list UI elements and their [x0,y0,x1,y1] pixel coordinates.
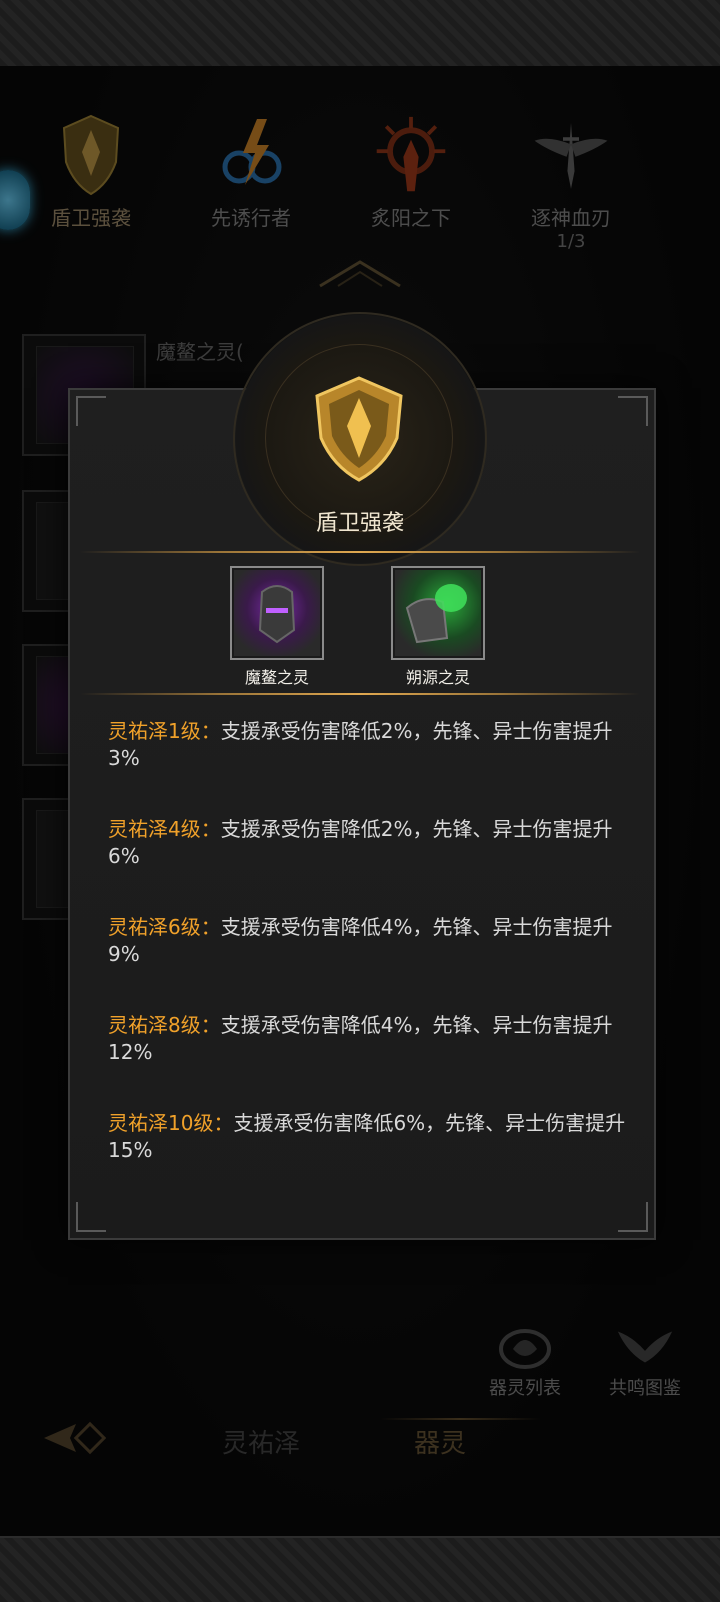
material-slot[interactable]: 魔鳌之灵 [229,566,325,688]
set-effect: 灵祐泽6级：支援承受伤害降低4%，先锋、异士伤害提升9% [108,914,628,968]
top-frame [0,0,720,68]
material-slot[interactable]: 朔源之灵 [390,566,486,688]
materials-divider [80,693,640,695]
material-name: 朔源之灵 [405,668,470,687]
purple-helmet-icon [230,566,324,660]
frame-corner [76,396,106,426]
effect-level: 灵祐泽6级： [108,915,221,939]
set-effects-list: 灵祐泽1级：支援承受伤害降低2%，先锋、异士伤害提升3% 灵祐泽4级：支援承受伤… [108,718,628,1208]
set-effect: 灵祐泽4级：支援承受伤害降低2%，先锋、异士伤害提升6% [108,816,628,870]
effect-level: 灵祐泽4级： [108,817,221,841]
set-effect: 灵祐泽8级：支援承受伤害降低4%，先锋、异士伤害提升12% [108,1012,628,1066]
material-name: 魔鳌之灵 [244,668,309,687]
set-effect: 灵祐泽1级：支援承受伤害降低2%，先锋、异士伤害提升3% [108,718,628,772]
modal-title: 盾卫强袭 [315,511,404,536]
effect-level: 灵祐泽8级： [108,1013,221,1037]
effect-level: 灵祐泽10级： [108,1111,234,1135]
green-shoulder-icon [391,566,485,660]
title-divider [80,551,640,553]
shield-emblem-icon [315,376,403,482]
effect-level: 灵祐泽1级： [108,719,221,743]
frame-corner [618,396,648,426]
set-effect: 灵祐泽10级：支援承受伤害降低6%，先锋、异士伤害提升15% [108,1110,628,1164]
bottom-frame [0,1536,720,1602]
frame-corner [76,1202,106,1232]
